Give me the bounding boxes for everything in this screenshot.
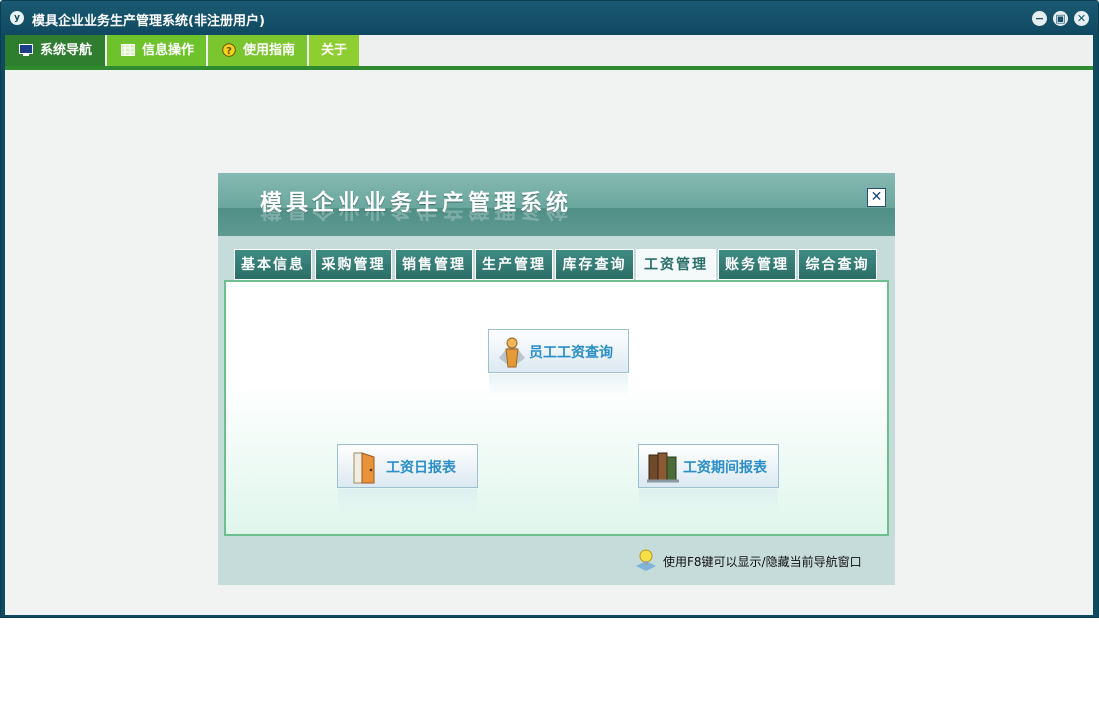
minimize-icon[interactable]: − <box>1032 11 1047 26</box>
daily-salary-report-button[interactable]: 工资日报表 <box>337 444 478 511</box>
menu-label: 系统导航 <box>40 43 93 58</box>
menu-user-guide[interactable]: ? 使用指南 <box>208 35 307 66</box>
menu-system-navigation[interactable]: 系统导航 <box>5 35 105 66</box>
employee-salary-query-label: 员工工资查询 <box>529 345 613 361</box>
close-icon[interactable]: ✕ <box>1074 11 1089 26</box>
tab-inventory-query[interactable]: 库存查询 <box>555 249 634 280</box>
panel-close-button[interactable]: ✕ <box>867 188 886 207</box>
daily-salary-report-label: 工资日报表 <box>386 460 456 476</box>
menu-about[interactable]: 关于 <box>309 35 359 66</box>
button-reflection <box>639 489 778 511</box>
menu-bar: 系统导航 信息操作 ? 使用指南 关于 <box>5 35 1093 70</box>
title-bar[interactable]: y 模具企业业务生产管理系统(非注册用户) − ▣ ✕ <box>1 1 1098 35</box>
tab-purchasing[interactable]: 采购管理 <box>315 249 392 280</box>
employee-icon <box>499 337 525 368</box>
tab-production[interactable]: 生产管理 <box>475 249 553 280</box>
window-title: 模具企业业务生产管理系统(非注册用户) <box>32 14 265 29</box>
svg-text:?: ? <box>226 46 232 57</box>
menu-label: 关于 <box>321 43 348 58</box>
app-logo-icon: y <box>10 11 24 25</box>
door-icon <box>353 452 375 484</box>
books-icon <box>647 452 679 483</box>
tab-accounting[interactable]: 账务管理 <box>718 249 796 280</box>
button-reflection <box>489 374 628 396</box>
menu-label: 信息操作 <box>142 43 195 58</box>
tab-basic-info[interactable]: 基本信息 <box>234 249 312 280</box>
tab-content: 员工工资查询 工资日报表 工资期间报表 <box>224 280 889 536</box>
tab-general-query[interactable]: 综合查询 <box>798 249 877 280</box>
tab-salary-management[interactable]: 工资管理 <box>636 249 716 282</box>
button-reflection <box>338 489 477 511</box>
period-salary-report-label: 工资期间报表 <box>683 460 767 476</box>
period-salary-report-button[interactable]: 工资期间报表 <box>638 444 779 511</box>
navigation-panel: 模具企业业务生产管理系统 模具企业业务生产管理系统 ✕ 基本信息 采购管理 销售… <box>218 173 895 585</box>
grid-icon <box>121 44 135 56</box>
panel-header: 模具企业业务生产管理系统 模具企业业务生产管理系统 ✕ <box>218 173 895 236</box>
menu-info-operations[interactable]: 信息操作 <box>107 35 206 66</box>
lightbulb-icon <box>636 549 656 571</box>
restore-icon[interactable]: ▣ <box>1053 11 1068 26</box>
tab-sales[interactable]: 销售管理 <box>395 249 473 280</box>
f8-hint-text: 使用F8键可以显示/隐藏当前导航窗口 <box>663 555 862 569</box>
employee-salary-query-button[interactable]: 员工工资查询 <box>488 329 629 396</box>
panel-title-reflection: 模具企业业务生产管理系统 <box>260 207 573 221</box>
help-icon: ? <box>222 43 236 57</box>
menu-label: 使用指南 <box>243 43 296 58</box>
monitor-icon <box>19 44 33 56</box>
